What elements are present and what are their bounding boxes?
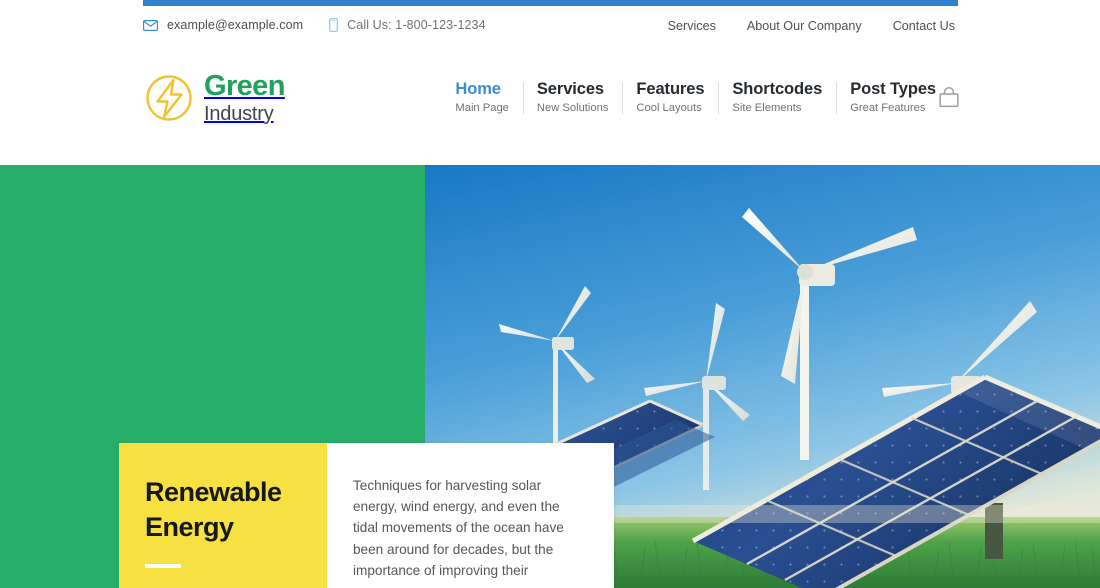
top-link-services[interactable]: Services (668, 19, 716, 33)
site-header: Green Industry Home Main Page Services N… (0, 50, 1100, 165)
brand-wordmark: Green Industry (204, 70, 285, 125)
nav-item-shortcodes[interactable]: Shortcodes Site Elements (718, 80, 836, 114)
phone-contact[interactable]: Call Us: 1-800-123-1234 (329, 18, 486, 32)
phone-text: Call Us: 1-800-123-1234 (347, 18, 486, 32)
top-links-group: Services About Our Company Contact Us (668, 19, 955, 33)
primary-navigation: Home Main Page Services New Solutions Fe… (455, 80, 950, 128)
hero-card: Renewable Energy Techniques for harvestin… (119, 443, 614, 588)
top-utility-bar: example@example.com Call Us: 1-800-123-1… (0, 6, 1100, 50)
top-link-about-our-company[interactable]: About Our Company (747, 19, 862, 33)
nav-item-features[interactable]: Features Cool Layouts (622, 80, 718, 114)
brand-name-bottom: Industry (204, 103, 274, 125)
hero-heading-line1: Renewable (145, 477, 282, 507)
top-link-contact-us[interactable]: Contact Us (893, 19, 955, 33)
hero-heading: Renewable Energy (145, 475, 327, 544)
hero-body-text: Techniques for harvesting solar energy, … (353, 478, 564, 578)
nav-item-subtitle: Site Elements (732, 102, 802, 114)
nav-item-post-types[interactable]: Post Types Great Features (836, 80, 950, 114)
nav-item-title: Services (536, 80, 604, 98)
hero-section: Renewable Energy Techniques for harvestin… (0, 165, 1100, 588)
nav-item-title: Home (455, 80, 501, 98)
hero-card-body-panel: Techniques for harvesting solar energy, … (327, 443, 614, 588)
nav-item-title: Features (636, 80, 705, 98)
brand-name-top: Green (204, 70, 285, 102)
lightning-bolt-circle-icon (143, 72, 195, 124)
hero-title-underline (145, 564, 181, 569)
shopping-bag-icon[interactable] (938, 86, 960, 110)
nav-item-title: Post Types (850, 80, 936, 98)
email-contact[interactable]: example@example.com (143, 18, 303, 32)
mobile-phone-icon (329, 18, 339, 32)
nav-item-subtitle: Great Features (850, 102, 926, 114)
email-text: example@example.com (167, 18, 304, 32)
page-root: example@example.com Call Us: 1-800-123-1… (0, 0, 1100, 588)
brand-logo[interactable]: Green Industry (143, 72, 285, 124)
nav-item-title: Shortcodes (732, 80, 823, 98)
contact-info-group: example@example.com Call Us: 1-800-123-1… (143, 18, 486, 32)
envelope-icon (143, 19, 158, 31)
nav-item-subtitle: Main Page (455, 102, 509, 114)
nav-item-home[interactable]: Home Main Page (455, 80, 523, 114)
hero-card-title-panel: Renewable Energy (119, 443, 327, 588)
nav-item-subtitle: New Solutions (536, 102, 609, 114)
nav-item-subtitle: Cool Layouts (636, 102, 702, 114)
nav-item-services[interactable]: Services New Solutions (522, 80, 623, 114)
hero-heading-line2: Energy (145, 511, 234, 542)
